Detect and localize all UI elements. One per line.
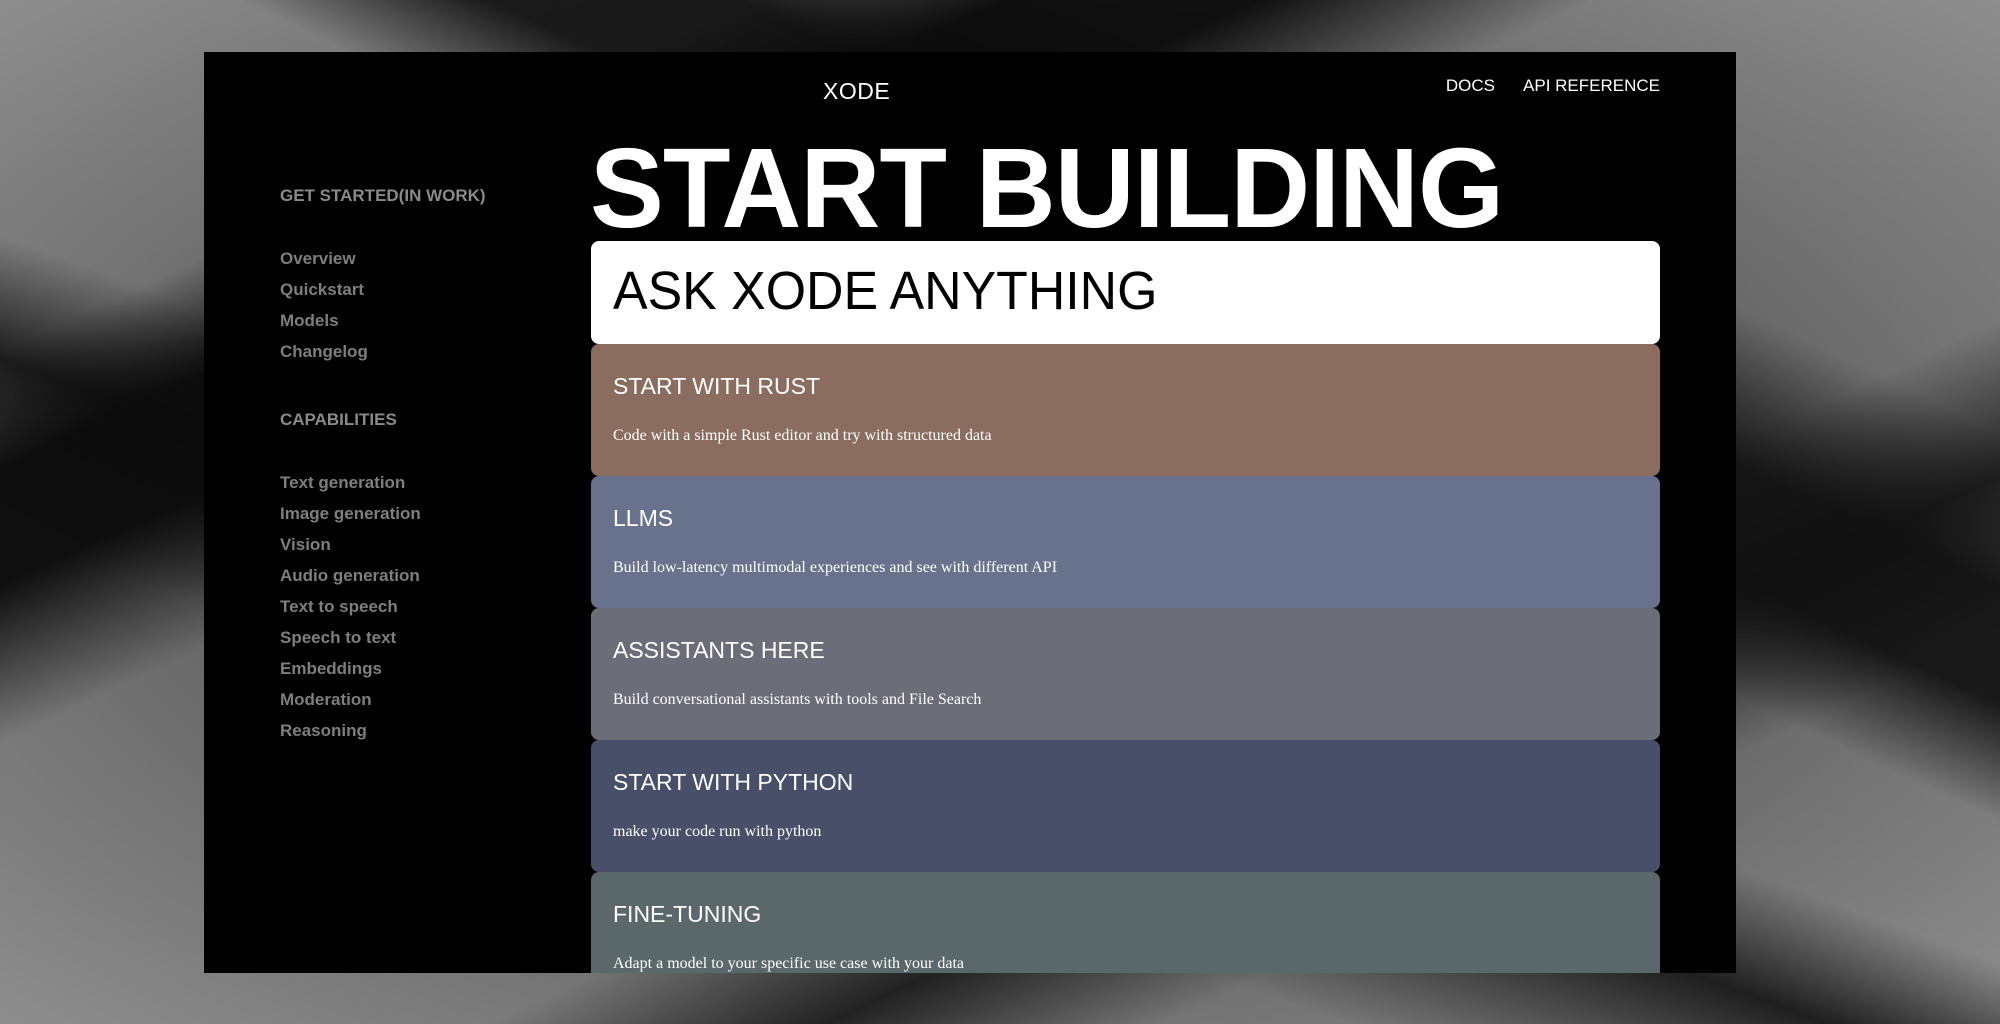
sidebar-item-quickstart[interactable]: Quickstart <box>280 279 580 310</box>
sidebar-item-overview[interactable]: Overview <box>280 248 580 279</box>
card-description: Build low-latency multimodal experiences… <box>613 559 1058 576</box>
nav-docs-link[interactable]: DOCS <box>1446 76 1495 96</box>
card-description: Build conversational assistants with too… <box>613 691 982 708</box>
sidebar-item-image-generation[interactable]: Image generation <box>280 503 580 534</box>
card-description: Adapt a model to your specific use case … <box>613 955 964 972</box>
ask-xode-input[interactable]: ASK XODE ANYTHING <box>591 241 1660 344</box>
card-title: ASSISTANTS HERE <box>613 637 825 663</box>
card-list: ASK XODE ANYTHING START WITH RUST Code w… <box>591 241 1660 973</box>
sidebar-heading: CAPABILITIES <box>280 410 397 429</box>
sidebar-item-text-generation[interactable]: Text generation <box>280 472 580 503</box>
card-description: Code with a simple Rust editor and try w… <box>613 427 992 444</box>
sidebar-item-audio-generation[interactable]: Audio generation <box>280 565 580 596</box>
sidebar-item-models[interactable]: Models <box>280 310 580 341</box>
card-fine-tuning[interactable]: FINE-TUNING Adapt a model to your specif… <box>591 872 1660 973</box>
card-title: START WITH PYTHON <box>613 769 854 795</box>
sidebar-list: Text generation Image generation Vision … <box>280 472 580 751</box>
sidebar-group-capabilities: CAPABILITIES Text generation Image gener… <box>280 410 580 751</box>
sidebar-item-reasoning[interactable]: Reasoning <box>280 720 580 751</box>
sidebar: GET STARTED(IN WORK) Overview Quickstart… <box>280 186 580 751</box>
card-start-with-rust[interactable]: START WITH RUST Code with a simple Rust … <box>591 344 1660 476</box>
app-window: XODE DOCS API REFERENCE GET STARTED(IN W… <box>204 52 1736 973</box>
sidebar-item-speech-to-text[interactable]: Speech to text <box>280 627 580 658</box>
top-nav: DOCS API REFERENCE <box>1446 76 1660 96</box>
ask-xode-prompt: ASK XODE ANYTHING <box>613 261 1158 321</box>
sidebar-item-embeddings[interactable]: Embeddings <box>280 658 580 689</box>
card-start-with-python[interactable]: START WITH PYTHON make your code run wit… <box>591 740 1660 872</box>
nav-api-reference-link[interactable]: API REFERENCE <box>1523 76 1660 96</box>
card-title: START WITH RUST <box>613 373 820 399</box>
top-bar: XODE DOCS API REFERENCE <box>204 52 1736 132</box>
card-title: LLMS <box>613 505 674 531</box>
card-llms[interactable]: LLMS Build low-latency multimodal experi… <box>591 476 1660 608</box>
hero-title: START BUILDING <box>590 125 1504 251</box>
sidebar-list: Overview Quickstart Models Changelog <box>280 248 580 372</box>
sidebar-item-moderation[interactable]: Moderation <box>280 689 580 720</box>
sidebar-item-changelog[interactable]: Changelog <box>280 341 580 372</box>
sidebar-heading: GET STARTED(IN WORK) <box>280 186 486 205</box>
sidebar-item-vision[interactable]: Vision <box>280 534 580 565</box>
sidebar-group-get-started: GET STARTED(IN WORK) Overview Quickstart… <box>280 186 580 372</box>
card-assistants-here[interactable]: ASSISTANTS HERE Build conversational ass… <box>591 608 1660 740</box>
sidebar-item-text-to-speech[interactable]: Text to speech <box>280 596 580 627</box>
card-description: make your code run with python <box>613 823 822 840</box>
card-title: FINE-TUNING <box>613 901 762 927</box>
brand-logo[interactable]: XODE <box>823 78 890 105</box>
